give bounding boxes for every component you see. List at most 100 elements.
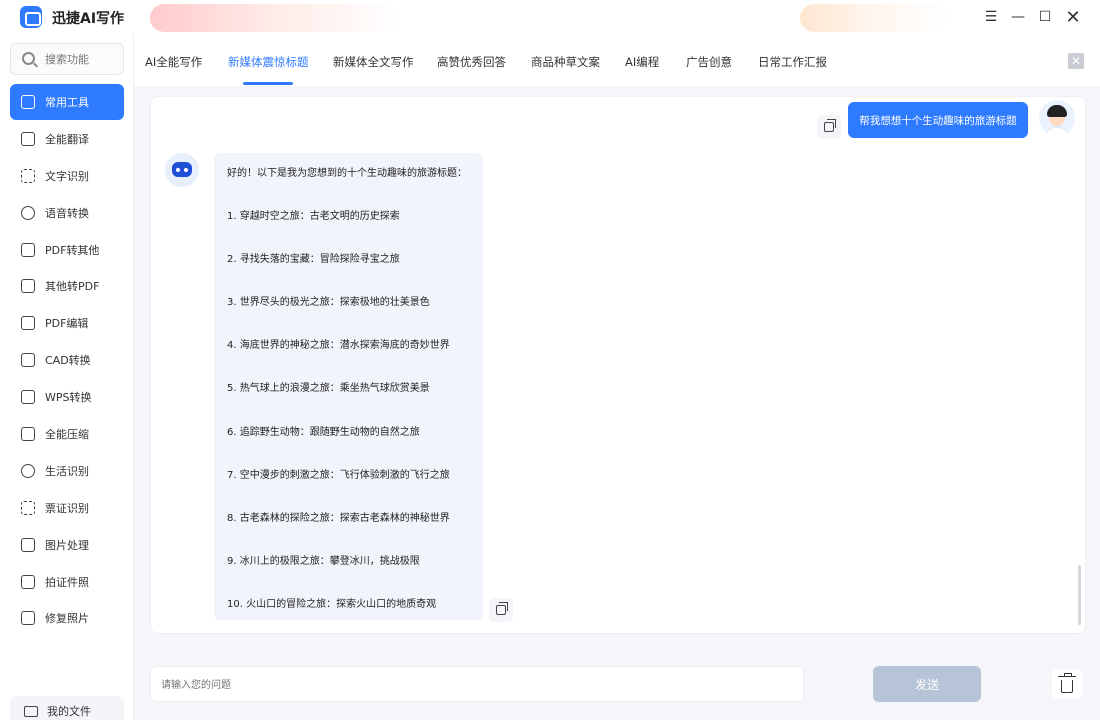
to-pdf-icon [21,279,35,294]
wps-icon [21,390,35,405]
blurred-banner-right [800,4,950,32]
close-tab-icon[interactable]: ✕ [1068,53,1084,69]
my-files-label: 我的文件 [47,705,91,718]
sidebar-item-label: 其他转PDF [45,280,100,294]
sidebar-item-label: 生活识别 [45,464,89,478]
pdf-convert-icon [21,242,35,257]
translate-icon [21,131,35,146]
sidebar-nav: 常用工具 全能翻译 文字识别 语音转换 PDF转其他 其他转PDF PDF编辑 … [0,84,134,637]
photo-repair-icon [21,611,35,626]
tab-bar: AI全能写作 新媒体震惊标题 新媒体全文写作 高赞优秀回答 商品种草文案 AI编… [134,34,1100,86]
tab-daily-report[interactable]: 日常工作汇报 [758,54,827,70]
tab-ai-writing[interactable]: AI全能写作 [145,54,202,70]
sidebar-item-pdf-edit[interactable]: PDF编辑 [10,305,124,341]
ai-message: 好的！以下是我为您想到的十个生动趣味的旅游标题： 1. 穿越时空之旅：古老文明的… [214,153,483,620]
sidebar-item-pdf-to-other[interactable]: PDF转其他 [10,232,124,268]
question-input[interactable] [161,676,791,694]
tab-new-media-full[interactable]: 新媒体全文写作 [333,54,414,70]
chat-panel: 帮我想想十个生动趣味的旅游标题 好的！以下是我为您想到的十个生动趣味的旅游标题：… [150,96,1086,634]
sidebar-item-label: PDF转其他 [45,243,100,257]
ai-message-line: 2. 寻找失落的宝藏：冒险探险寻宝之旅 [227,254,400,265]
sidebar-item-voice[interactable]: 语音转换 [10,195,124,231]
sidebar-item-photo-repair[interactable]: 修复照片 [10,600,124,636]
compress-icon [21,427,35,442]
copy-ai-message-button[interactable] [489,598,513,622]
life-scan-icon [21,463,35,478]
copy-icon [496,602,508,615]
sidebar-item-label: 文字识别 [45,169,89,183]
ai-message-line: 1. 穿越时空之旅：古老文明的历史探索 [227,211,400,222]
clear-chat-button[interactable] [1052,669,1082,699]
app-title: 迅捷AI写作 [52,11,125,27]
sidebar-item-label: PDF编辑 [45,317,89,331]
tab-ai-coding[interactable]: AI编程 [625,54,659,70]
pdf-edit-icon [21,316,35,331]
cad-icon [21,353,35,368]
sidebar-item-other-to-pdf[interactable]: 其他转PDF [10,268,124,304]
sidebar-item-cad[interactable]: CAD转换 [10,342,124,378]
tab-active-indicator [243,82,293,85]
sidebar-item-common-tools[interactable]: 常用工具 [10,84,124,120]
app-logo-icon [20,6,42,28]
tab-new-media-title[interactable]: 新媒体震惊标题 [228,54,309,70]
sidebar-item-label: 票证识别 [45,501,89,515]
sidebar-item-translate[interactable]: 全能翻译 [10,121,124,157]
sidebar-item-label: 修复照片 [45,612,89,626]
copy-user-message-button[interactable] [817,115,841,139]
sidebar-item-ticket-ocr[interactable]: 票证识别 [10,490,124,526]
sidebar-item-wps[interactable]: WPS转换 [10,379,124,415]
sidebar-item-label: 常用工具 [45,96,89,109]
close-icon[interactable]: ✕ [1062,6,1084,28]
sidebar-item-image[interactable]: 图片处理 [10,527,124,563]
ticket-scan-icon [21,500,35,515]
search-input[interactable] [45,50,121,68]
question-input-box[interactable] [150,666,804,702]
sidebar-item-text-ocr[interactable]: 文字识别 [10,158,124,194]
sidebar-item-label: 全能压缩 [45,428,89,442]
ai-message-line: 7. 空中漫步的刺激之旅：飞行体验刺激的飞行之旅 [227,470,450,481]
my-files-button[interactable]: 我的文件 [10,696,124,720]
minimize-icon[interactable]: — [1007,6,1029,28]
copy-icon [824,119,836,132]
maximize-icon[interactable]: ☐ [1034,6,1056,28]
blurred-banner-left [150,4,400,32]
search-icon [22,52,35,65]
folder-icon [24,705,38,717]
sidebar: 常用工具 全能翻译 文字识别 语音转换 PDF转其他 其他转PDF PDF编辑 … [0,34,134,720]
chat-scrollbar[interactable] [1078,565,1081,625]
sidebar-item-label: 全能翻译 [45,132,89,146]
image-icon [21,537,35,552]
ai-message-line: 8. 古老森林的探险之旅：探索古老森林的神秘世界 [227,513,450,524]
robot-icon [172,162,192,177]
ai-message-line: 4. 海底世界的神秘之旅：潜水探索海底的奇妙世界 [227,340,450,351]
ai-message-line: 10. 火山口的冒险之旅：探索火山口的地质奇观 [227,599,437,610]
sidebar-item-life-ocr[interactable]: 生活识别 [10,453,124,489]
title-bar: 迅捷AI写作 ☰ — ☐ ✕ [0,0,1100,34]
tab-ad-creative[interactable]: 广告创意 [686,54,732,70]
sidebar-item-label: WPS转换 [45,391,92,405]
sidebar-item-id-photo[interactable]: 拍证件照 [10,564,124,600]
ai-message-line: 好的！以下是我为您想到的十个生动趣味的旅游标题： [227,168,467,179]
tab-top-answers[interactable]: 高赞优秀回答 [437,54,506,70]
tab-product-copy[interactable]: 商品种草文案 [531,54,600,70]
user-avatar [1039,100,1075,136]
trash-icon [1058,672,1076,693]
sidebar-item-label: 拍证件照 [45,575,89,589]
ai-message-line: 3. 世界尽头的极光之旅：探索极地的壮美景色 [227,297,430,308]
sidebar-search[interactable] [10,43,124,75]
ai-message-line: 9. 冰川上的极限之旅：攀登冰川，挑战极限 [227,556,420,567]
sidebar-item-label: 图片处理 [45,538,89,552]
sidebar-item-label: CAD转换 [45,354,91,368]
voice-icon [21,205,35,220]
sidebar-item-label: 语音转换 [45,206,89,220]
send-button[interactable]: 发送 [873,666,981,702]
bot-avatar [165,153,199,187]
id-photo-icon [21,574,35,589]
sidebar-item-compress[interactable]: 全能压缩 [10,416,124,452]
text-scan-icon [21,168,35,183]
ai-message-line: 6. 追踪野生动物：跟随野生动物的自然之旅 [227,427,420,438]
ai-message-line: 5. 热气球上的浪漫之旅：乘坐热气球欣赏美景 [227,383,430,394]
user-message: 帮我想想十个生动趣味的旅游标题 [848,102,1028,138]
menu-icon[interactable]: ☰ [980,6,1002,28]
toolbox-icon [21,95,35,109]
